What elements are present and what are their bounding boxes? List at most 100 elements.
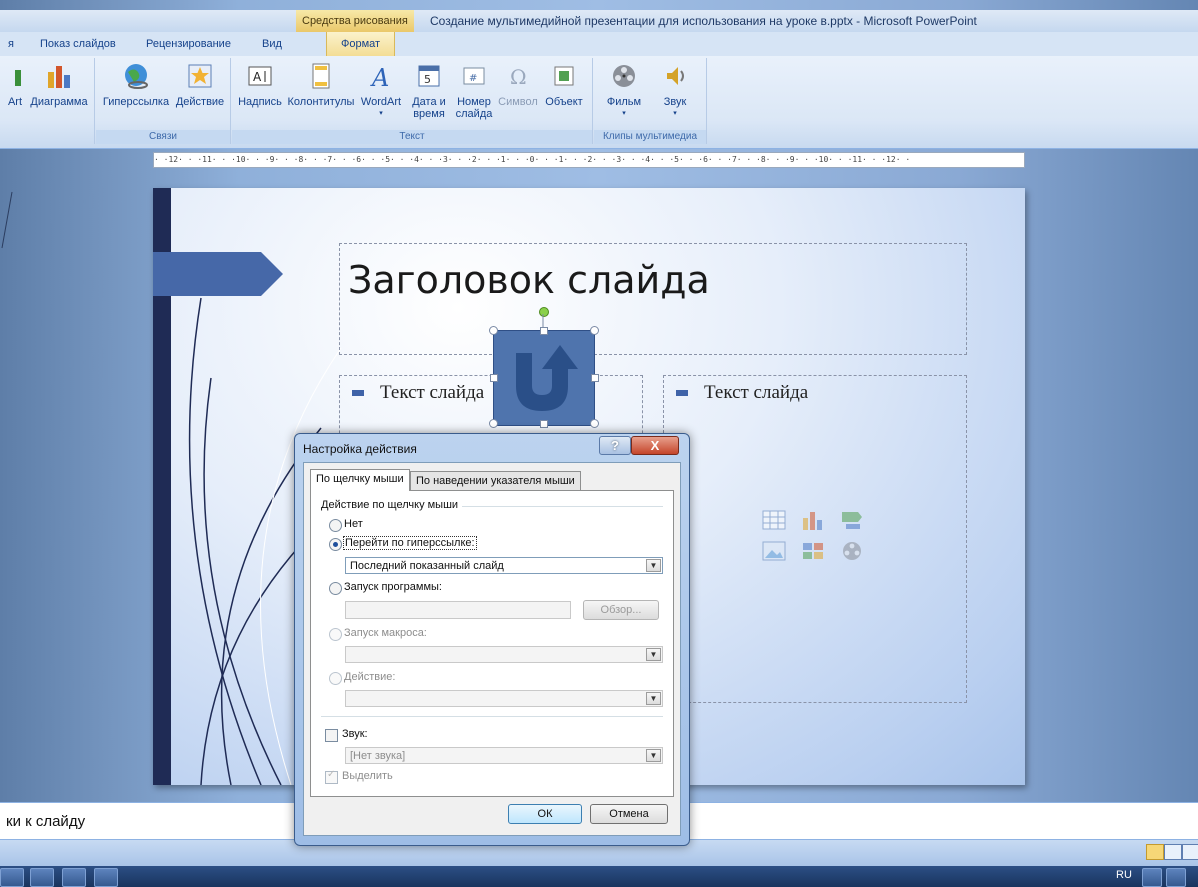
insert-clipart-icon[interactable] (801, 541, 825, 561)
hyperlink-select[interactable]: Последний показанный слайд ▼ (345, 557, 663, 574)
radio-hyperlink-label: Перейти по гиперссылке: (343, 536, 477, 550)
resize-handle-e[interactable] (591, 374, 599, 382)
taskbar-powerpoint-icon[interactable] (94, 868, 118, 887)
insert-picture-icon[interactable] (762, 541, 786, 561)
sound-button[interactable]: Звук ▾ (650, 62, 700, 120)
taskbar-explorer-icon[interactable] (30, 868, 54, 887)
hyperlink-button[interactable]: Гиперссылка (100, 62, 172, 108)
tab-slide-show[interactable]: Показ слайдов (40, 32, 116, 56)
mouse-click-panel: Действие по щелчку мыши Нет Перейти по г… (310, 490, 674, 797)
textbox-label: Надпись (238, 96, 282, 108)
symbol-button[interactable]: Ω Символ (496, 62, 540, 108)
radio-run-program-label: Запуск программы: (344, 581, 442, 593)
slide-number-button[interactable]: # Номер слайда (452, 62, 496, 120)
bullet-icon (676, 390, 688, 396)
movie-button[interactable]: Фильм ▾ (598, 62, 650, 120)
insert-content-icons (756, 506, 876, 568)
radio-none-label: Нет (344, 518, 363, 530)
horizontal-ruler[interactable]: · ·12· · ·11· · ·10· · ·9· · ·8· · ·7· ·… (153, 152, 1025, 168)
insert-smartart-icon[interactable] (840, 510, 864, 530)
wordart-partial-label: Art (7, 96, 23, 108)
slide-text-left: Текст слайда (380, 382, 485, 403)
textbox-button[interactable]: A Надпись (234, 62, 286, 108)
radio-run-macro[interactable] (329, 628, 342, 641)
film-reel-icon (613, 65, 635, 87)
play-sound-checkbox[interactable] (325, 729, 338, 742)
taskbar-app-icon[interactable] (62, 868, 86, 887)
slide-number-label-1: Номер (457, 96, 491, 108)
action-button[interactable]: Действие (172, 62, 228, 108)
macro-select[interactable]: ▼ (345, 646, 663, 663)
title-placeholder[interactable]: Заголовок слайда (339, 243, 967, 355)
content-placeholder-right[interactable]: Текст слайда (663, 375, 967, 703)
chevron-down-icon[interactable]: ▼ (646, 648, 661, 661)
chart-button[interactable]: Диаграмма (28, 62, 90, 108)
browse-button[interactable]: Обзор... (583, 600, 659, 620)
object-action-select[interactable]: ▼ (345, 690, 663, 707)
radio-none[interactable] (329, 519, 342, 532)
normal-view-button[interactable] (1146, 844, 1164, 860)
rotation-handle[interactable] (539, 307, 549, 317)
radio-run-program[interactable] (329, 582, 342, 595)
chevron-down-icon[interactable]: ▼ (646, 749, 661, 762)
bullet-icon (352, 390, 364, 396)
resize-handle-sw[interactable] (489, 419, 498, 428)
context-tab-drawing-tools[interactable]: Средства рисования (296, 10, 414, 32)
close-button[interactable]: X (631, 436, 679, 455)
start-button-icon[interactable] (0, 868, 24, 887)
chevron-down-icon[interactable]: ▼ (646, 692, 661, 705)
tab-review[interactable]: Рецензирование (146, 32, 231, 56)
radio-object-action[interactable] (329, 672, 342, 685)
sound-label: Звук (663, 96, 687, 108)
action-star-icon (188, 64, 212, 88)
omega-icon: Ω (510, 65, 527, 89)
ribbon: Art Диаграмма Гиперссылка Действие Связи… (0, 56, 1198, 149)
help-button[interactable]: ? (599, 436, 631, 455)
wordart-button[interactable]: A WordArt ▾ (356, 62, 406, 120)
resize-handle-n[interactable] (540, 327, 548, 335)
header-footer-button[interactable]: Колонтитулы (286, 62, 356, 108)
ribbon-group-media: Фильм ▾ Звук ▾ Клипы мультимедиа (594, 58, 707, 144)
insert-chart-icon[interactable] (801, 510, 825, 530)
date-time-button[interactable]: 5 Дата и время (406, 62, 452, 120)
ribbon-tab-row: я Показ слайдов Рецензирование Вид Форма… (0, 32, 1198, 56)
action-label: Действие (175, 96, 225, 108)
highlight-checkbox[interactable]: ✓ (325, 769, 338, 784)
slide-sorter-view-button[interactable] (1164, 844, 1182, 860)
tab-mouse-click[interactable]: По щелчку мыши (310, 469, 410, 491)
language-indicator[interactable]: RU (1116, 869, 1132, 881)
ribbon-group-text: A Надпись Колонтитулы A WordArt ▾ 5 Дата… (232, 58, 593, 144)
insert-table-icon[interactable] (762, 510, 786, 530)
tab-insert-partial[interactable]: я (8, 32, 14, 56)
tab-view[interactable]: Вид (262, 32, 282, 56)
slide-show-view-button[interactable] (1182, 844, 1198, 860)
sound-select[interactable]: [Нет звука] ▼ (345, 747, 663, 764)
hyperlink-label: Гиперссылка (102, 96, 170, 108)
object-button[interactable]: Объект (540, 62, 588, 108)
resize-handle-nw[interactable] (489, 326, 498, 335)
svg-text:A: A (370, 64, 389, 90)
wordart-partial-button[interactable]: Art (6, 62, 24, 108)
resize-handle-s[interactable] (540, 420, 548, 428)
tab-mouse-over[interactable]: По наведении указателя мыши (410, 471, 581, 491)
resize-handle-se[interactable] (590, 419, 599, 428)
ok-button[interactable]: ОК (508, 804, 582, 824)
movie-label: Фильм (606, 96, 642, 108)
title-bar: Средства рисования Создание мультимедийн… (0, 10, 1198, 32)
action-button-shape-return[interactable] (493, 330, 595, 426)
insert-media-icon[interactable] (840, 541, 864, 561)
chevron-down-icon[interactable]: ▼ (646, 559, 661, 572)
tray-icon-1[interactable] (1142, 868, 1162, 887)
object-label: Объект (545, 96, 583, 108)
resize-handle-w[interactable] (490, 374, 498, 382)
sound-dropdown-icon: ▾ (673, 110, 677, 117)
cancel-button[interactable]: Отмена (590, 804, 668, 824)
dialog-title: Настройка действия (303, 442, 417, 456)
header-footer-icon (312, 63, 330, 89)
program-path-input[interactable] (345, 601, 571, 619)
tray-icon-2[interactable] (1166, 868, 1186, 887)
radio-hyperlink[interactable] (329, 538, 342, 551)
tab-format[interactable]: Формат (326, 32, 396, 56)
resize-handle-ne[interactable] (590, 326, 599, 335)
highlight-label: Выделить (342, 770, 393, 782)
